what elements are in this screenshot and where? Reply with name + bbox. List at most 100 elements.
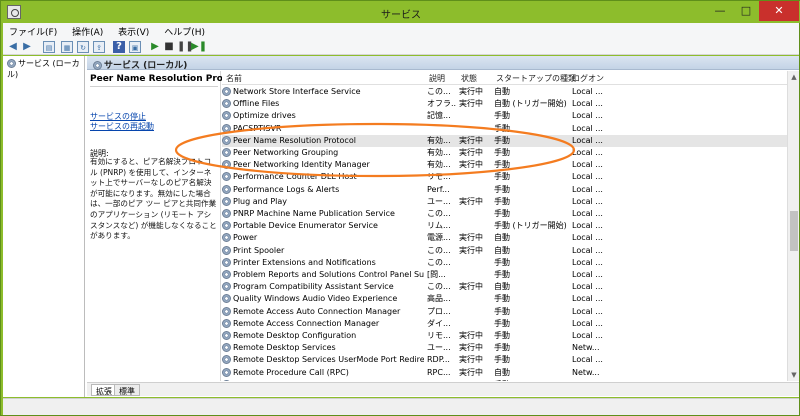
gear-icon (222, 331, 231, 340)
cell-status: 実行中 (459, 196, 483, 206)
cell-desc: RPC... (427, 367, 451, 377)
table-row[interactable]: Problem Reports and Solutions Control Pa… (222, 269, 787, 281)
table-row[interactable]: Print Spooler この... 実行中 自動 Local ... (222, 245, 787, 257)
menu-file[interactable]: ファイル(F) (3, 23, 63, 40)
cell-status: 実行中 (459, 160, 483, 170)
table-row[interactable]: Remote Procedure Call (RPC) Locator Win..… (222, 379, 787, 381)
show-hide-tree-icon[interactable]: ▤ (43, 41, 55, 53)
gear-icon (222, 160, 231, 170)
table-row[interactable]: Offline Files オフラ... 実行中 自動 (トリガー開始) Local .… (222, 98, 787, 110)
gear-icon (222, 172, 231, 182)
table-row[interactable]: Remote Desktop Services ユー... 実行中 手動 Netw... (222, 342, 787, 354)
table-row[interactable]: Portable Device Enumerator Service リム... 手… (222, 220, 787, 232)
column-header-startup-type[interactable]: スタートアップの種類 (496, 73, 576, 84)
table-row[interactable]: Program Compatibility Assistant Service こ… (222, 281, 787, 293)
cell-desc: Perf... (427, 184, 450, 194)
start-service-icon[interactable]: ▶ (149, 41, 161, 53)
restart-service-link[interactable]: サービスの再起動 (90, 121, 154, 132)
table-row[interactable]: Printer Extensions and Notifications この..… (222, 257, 787, 269)
service-name: Remote Desktop Services UserMode Port Re… (233, 355, 424, 365)
menu-help[interactable]: ヘルプ(H) (158, 23, 211, 40)
cell-startup: 手動 (494, 111, 510, 121)
cell-logon: Local ... (572, 221, 603, 231)
back-arrow-icon[interactable]: ◀ (7, 41, 19, 53)
table-row[interactable]: Network Store Interface Service この... 実行中 自… (222, 86, 787, 98)
table-row[interactable]: Peer Networking Identity Manager 有効... 実行中… (222, 159, 787, 171)
export-list-icon[interactable]: ⇪ (93, 41, 105, 53)
vertical-scrollbar[interactable]: ▲ ▼ (787, 71, 799, 381)
console-tree-icon[interactable]: ▦ (61, 41, 73, 53)
gear-icon (222, 196, 231, 206)
restart-service-icon[interactable]: ▶❚ (191, 41, 207, 53)
gear-icon (222, 233, 231, 243)
menu-bar: ファイル(F) 操作(A) 表示(V) ヘルプ(H) (3, 23, 799, 39)
cell-startup: 手動 (494, 343, 510, 353)
tree-node-services-local[interactable]: サービス (ローカル) (7, 58, 84, 80)
column-header-name[interactable]: 名前 (226, 73, 242, 84)
table-row[interactable]: Remote Access Connection Manager ダイ... 手動 L… (222, 318, 787, 330)
cell-startup: 手動 (494, 135, 510, 145)
cell-startup: 手動 (494, 196, 510, 206)
cell-desc: 高品... (427, 294, 451, 304)
cell-name: Print Spooler (222, 245, 424, 257)
cell-startup: 手動 (494, 270, 510, 279)
cell-logon: Local ... (572, 331, 603, 340)
cell-logon: Local ... (572, 135, 603, 145)
table-row[interactable]: Quality Windows Audio Video Experience 高品… (222, 293, 787, 305)
scroll-up-icon[interactable]: ▲ (788, 71, 800, 83)
table-row[interactable]: Optimize drives 記憶... 手動 Local ... (222, 110, 787, 122)
tab-standard[interactable]: 標準 (114, 384, 140, 396)
maximize-button[interactable]: □ (733, 1, 759, 21)
gear-icon (222, 294, 231, 304)
table-row[interactable]: PNRP Machine Name Publication Service この.… (222, 208, 787, 220)
cell-startup: 手動 (トリガー開始) (494, 221, 567, 231)
table-row[interactable]: Performance Counter DLL Host リモ... 手動 Local… (222, 171, 787, 183)
service-name: Program Compatibility Assistant Service (233, 282, 394, 292)
service-name: Remote Desktop Configuration (233, 331, 357, 340)
scroll-down-icon[interactable]: ▼ (788, 369, 800, 381)
forward-arrow-icon[interactable]: ▶ (21, 41, 33, 53)
table-row[interactable]: Remote Procedure Call (RPC) RPC... 実行中 自動 Ne… (222, 367, 787, 379)
table-row[interactable]: Peer Name Resolution Protocol 有効... 実行中 手動 L… (222, 134, 787, 147)
table-row[interactable]: Power 電源... 実行中 自動 Local ... (222, 232, 787, 244)
gear-icon (222, 87, 231, 96)
cell-startup: 自動 (トリガー開始) (494, 99, 567, 109)
help-icon[interactable]: ? (113, 41, 125, 53)
cell-name: Network Store Interface Service (222, 86, 424, 98)
minimize-button[interactable]: — (707, 1, 733, 21)
cell-name: Remote Access Connection Manager (222, 318, 424, 330)
toolbar: ◀ ▶ ▤ ▦ ↻ ⇪ ? ▣ ▶ ■ ❚❚ ▶❚ (3, 39, 799, 55)
title-bar[interactable]: サービス — □ ✕ (1, 1, 800, 23)
pause-service-icon[interactable]: ❚❚ (177, 41, 194, 53)
cell-desc: 有効... (427, 135, 451, 145)
table-row[interactable]: Peer Networking Grouping 有効... 実行中 手動 Local … (222, 147, 787, 159)
stop-service-icon[interactable]: ■ (163, 41, 175, 53)
column-header-description[interactable]: 説明 (429, 73, 445, 84)
gear-icon (222, 221, 231, 231)
cell-status: 実行中 (459, 355, 483, 365)
cell-desc: この... (427, 257, 451, 267)
table-row[interactable]: Remote Desktop Configuration リモ... 実行中 手動 Lo… (222, 330, 787, 342)
cell-desc: Win... (427, 379, 457, 381)
column-header-logon[interactable]: ログオン (572, 73, 604, 84)
menu-view[interactable]: 表示(V) (112, 23, 155, 40)
cell-status: 実行中 (459, 367, 483, 377)
cell-logon: Local ... (572, 270, 603, 279)
column-header-status[interactable]: 状態 (461, 73, 477, 84)
window-title: サービス (381, 10, 421, 21)
cell-status: 実行中 (459, 343, 483, 353)
gear-icon (93, 61, 102, 70)
table-row[interactable]: PACSPTISVR 手動 Local ... (222, 123, 787, 135)
table-row[interactable]: Plug and Play ユー... 実行中 手動 Local ... (222, 196, 787, 208)
properties-icon[interactable]: ▣ (129, 41, 141, 53)
service-name: Remote Access Auto Connection Manager (233, 306, 401, 316)
column-header-row: 名前 説明 状態 スタートアップの種類 ログオン (222, 71, 787, 85)
table-row[interactable]: Remote Desktop Services UserMode Port Re… (222, 354, 787, 366)
service-name: PNRP Machine Name Publication Service (233, 209, 395, 218)
scrollbar-thumb[interactable] (790, 211, 798, 251)
table-row[interactable]: Remote Access Auto Connection Manager プロ.… (222, 306, 787, 318)
refresh-icon[interactable]: ↻ (77, 41, 89, 53)
menu-action[interactable]: 操作(A) (66, 23, 109, 40)
table-row[interactable]: Performance Logs & Alerts Perf... 手動 Local … (222, 184, 787, 196)
close-button[interactable]: ✕ (759, 1, 799, 21)
